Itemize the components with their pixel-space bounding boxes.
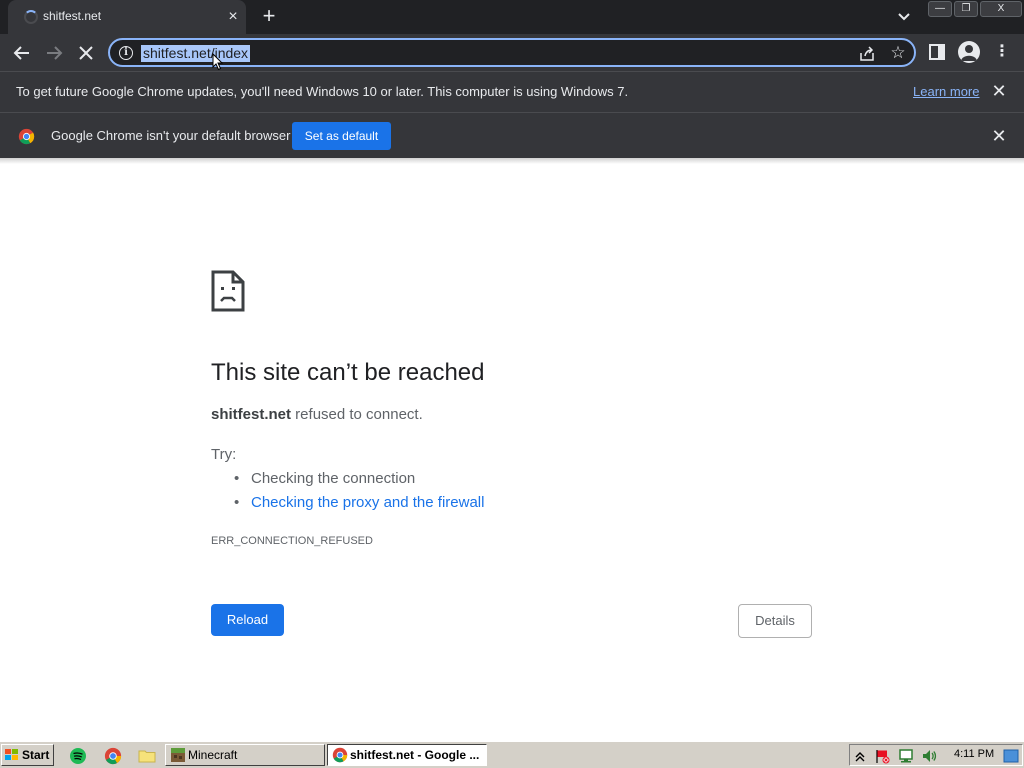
- spotify-icon[interactable]: [69, 747, 87, 765]
- back-arrow-icon[interactable]: [9, 40, 35, 66]
- site-info-icon[interactable]: i: [119, 46, 133, 60]
- system-tray: 4:11 PM: [849, 744, 1023, 766]
- stop-loading-icon[interactable]: [73, 40, 99, 66]
- error-heading: This site can’t be reached: [211, 359, 485, 386]
- clock[interactable]: 4:11 PM: [954, 748, 994, 760]
- update-infobar-message: To get future Google Chrome updates, you…: [16, 84, 629, 99]
- window-controls: — ❐ X: [928, 1, 1024, 19]
- chrome-logo-icon: [18, 128, 35, 145]
- windows-logo-icon: [5, 749, 18, 760]
- bookmark-star-icon[interactable]: ☆: [888, 43, 908, 63]
- tab-active[interactable]: shitfest.net ×: [8, 0, 246, 34]
- tab-title: shitfest.net: [43, 9, 102, 23]
- browser-toolbar: i shitfest.net/index ☆ ⋮: [0, 34, 1024, 71]
- taskbar-item-chrome[interactable]: shitfest.net - Google ...: [327, 744, 487, 766]
- error-host: shitfest.net: [211, 406, 292, 423]
- error-code: ERR_CONNECTION_REFUSED: [211, 535, 373, 547]
- minimize-button[interactable]: —: [928, 1, 952, 17]
- window-close-button[interactable]: X: [980, 1, 1022, 17]
- url-text[interactable]: shitfest.net/index: [141, 45, 251, 62]
- default-browser-infobar: Google Chrome isn't your default browser…: [0, 112, 1024, 158]
- action-center-flag-icon[interactable]: [874, 748, 890, 764]
- mouse-cursor-icon: [212, 53, 224, 71]
- update-infobar: To get future Google Chrome updates, you…: [0, 71, 1024, 112]
- folder-icon[interactable]: [138, 747, 156, 765]
- taskbar: Start Minecraft shitfest.net - Google ..…: [0, 741, 1024, 768]
- try-label: Try:: [211, 446, 237, 463]
- default-browser-message: Google Chrome isn't your default browser: [51, 128, 291, 143]
- chrome-menu-icon[interactable]: ⋮: [994, 42, 1010, 62]
- set-as-default-button[interactable]: Set as default: [292, 122, 391, 150]
- show-desktop-icon[interactable]: [1003, 748, 1019, 764]
- volume-icon[interactable]: [921, 748, 937, 764]
- error-host-suffix: refused to connect.: [291, 406, 423, 423]
- taskbar-item-label: Minecraft: [188, 748, 238, 762]
- share-icon[interactable]: [858, 45, 876, 63]
- start-label: Start: [22, 748, 50, 762]
- chrome-quicklaunch-icon[interactable]: [104, 747, 122, 765]
- address-bar[interactable]: i shitfest.net/index ☆: [108, 38, 916, 67]
- forward-arrow-icon[interactable]: [41, 40, 67, 66]
- show-hidden-icons-icon[interactable]: [852, 748, 868, 764]
- network-icon[interactable]: [898, 748, 914, 764]
- minecraft-icon: [171, 748, 185, 762]
- suggestion-check-connection: Checking the connection: [234, 470, 484, 494]
- default-infobar-close-icon[interactable]: ✕: [990, 127, 1008, 145]
- update-infobar-close-icon[interactable]: ✕: [990, 82, 1008, 100]
- sad-page-icon: [211, 270, 245, 312]
- details-button[interactable]: Details: [738, 604, 812, 638]
- profile-avatar-icon[interactable]: [958, 41, 980, 63]
- new-tab-button[interactable]: +: [258, 5, 280, 28]
- chrome-task-icon: [332, 747, 348, 763]
- loading-spinner-icon: [24, 10, 38, 24]
- side-panel-icon[interactable]: [927, 42, 947, 62]
- taskbar-item-minecraft[interactable]: Minecraft: [165, 744, 325, 766]
- learn-more-link[interactable]: Learn more: [913, 84, 979, 99]
- start-button[interactable]: Start: [1, 744, 54, 766]
- reload-button[interactable]: Reload: [211, 604, 284, 636]
- tab-strip: shitfest.net × + — ❐ X: [0, 0, 1024, 34]
- tab-search-chevron-icon[interactable]: [894, 7, 914, 27]
- infobar-shadow: [0, 158, 1024, 164]
- tab-close-icon[interactable]: ×: [224, 8, 242, 26]
- suggestion-list: Checking the connection Checking the pro…: [234, 470, 485, 518]
- restore-button[interactable]: ❐: [954, 1, 978, 17]
- suggestion-check-proxy-link[interactable]: Checking the proxy and the firewall: [234, 494, 485, 518]
- error-message: shitfest.net refused to connect.: [211, 406, 423, 423]
- taskbar-item-label: shitfest.net - Google ...: [350, 748, 480, 762]
